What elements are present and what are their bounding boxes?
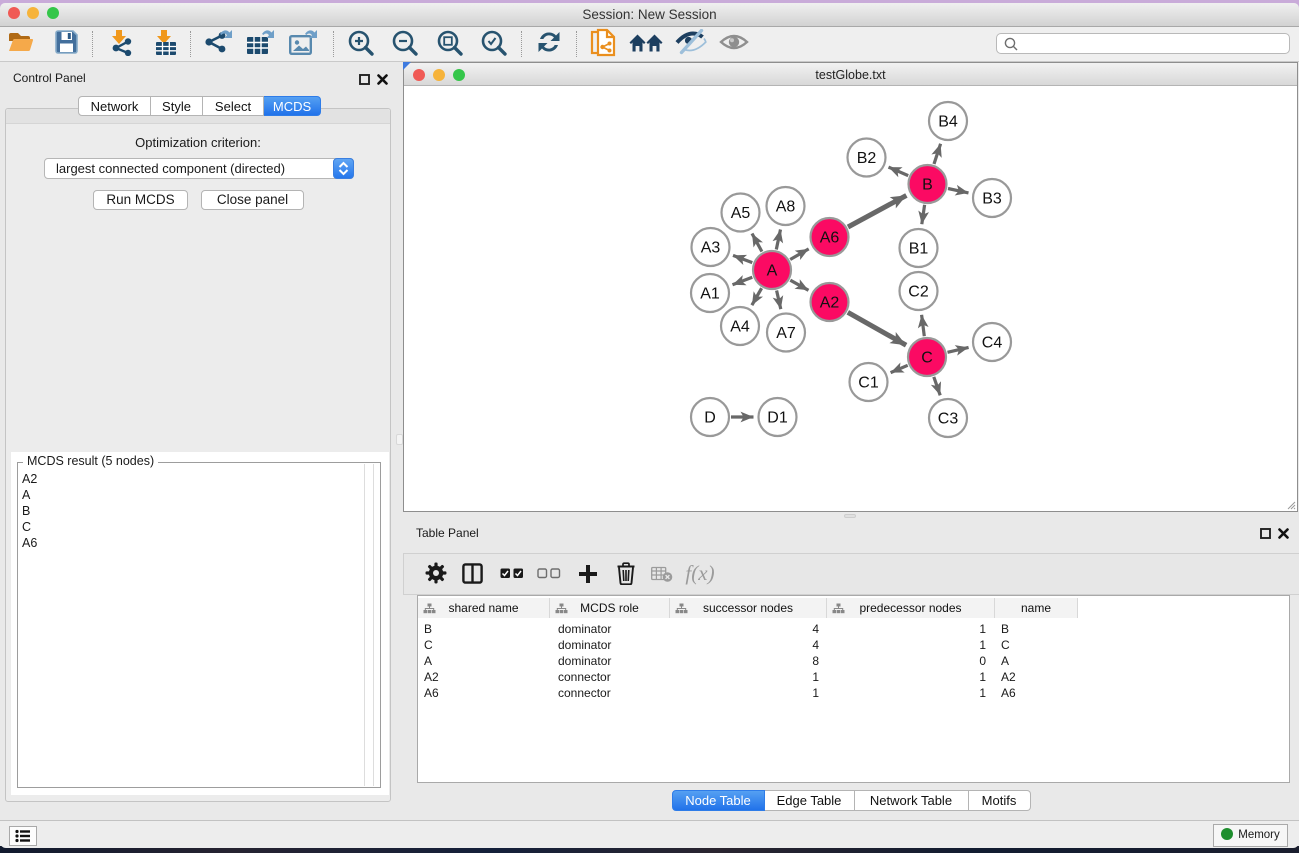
svg-text:B4: B4 bbox=[938, 114, 958, 131]
svg-text:B2: B2 bbox=[857, 150, 877, 167]
svg-text:D: D bbox=[704, 410, 716, 427]
svg-text:A4: A4 bbox=[730, 319, 750, 336]
svg-text:A1: A1 bbox=[700, 286, 720, 303]
svg-text:D1: D1 bbox=[767, 410, 788, 427]
svg-text:A2: A2 bbox=[820, 295, 840, 312]
svg-text:C: C bbox=[921, 350, 933, 367]
svg-text:C3: C3 bbox=[938, 411, 959, 428]
svg-text:f(x): f(x) bbox=[685, 562, 714, 585]
svg-text:B3: B3 bbox=[982, 191, 1002, 208]
svg-text:B1: B1 bbox=[909, 241, 929, 258]
svg-text:A5: A5 bbox=[731, 205, 751, 222]
svg-text:C2: C2 bbox=[908, 284, 929, 301]
svg-text:B: B bbox=[922, 177, 933, 194]
svg-text:A3: A3 bbox=[701, 240, 721, 257]
svg-text:C1: C1 bbox=[858, 375, 879, 392]
svg-text:A7: A7 bbox=[776, 325, 796, 342]
svg-text:A: A bbox=[767, 263, 778, 280]
svg-text:A6: A6 bbox=[820, 230, 840, 247]
svg-text:C4: C4 bbox=[982, 335, 1003, 352]
svg-text:A8: A8 bbox=[776, 199, 796, 216]
